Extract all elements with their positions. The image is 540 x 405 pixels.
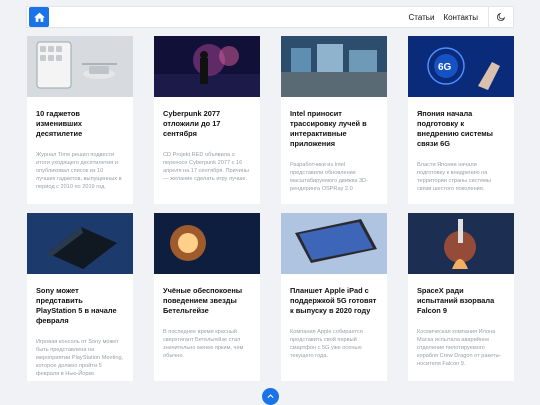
article-title[interactable]: SpaceX ради испытаний взорвала Falcon 9 [408,286,514,316]
article-card[interactable]: Intel приносит трассировку лучей в интер… [281,36,387,204]
moon-icon [496,12,506,22]
article-image-ps5 [27,213,133,274]
nav-link-articles[interactable]: Статьи [409,13,435,22]
article-title[interactable]: Intel приносит трассировку лучей в интер… [281,109,387,149]
article-card[interactable]: SpaceX ради испытаний взорвала Falcon 9 … [408,213,514,381]
article-image-spacex [408,213,514,274]
article-desc: Космическая компания Илона Маска испытал… [417,329,502,367]
article-image-gadgets [27,36,133,97]
article-title[interactable]: Учёные обеспокоены поведением звезды Бет… [154,286,260,316]
scroll-to-top-button[interactable] [262,388,279,405]
article-desc: Разработчики из Intel представили обновл… [290,162,368,192]
article-desc: Власти Японии начали подготовку к внедре… [417,162,491,192]
chevron-up-icon [267,394,274,399]
article-title[interactable]: Sony может представить PlayStation 5 в н… [27,286,133,326]
article-image-intel [281,36,387,97]
theme-toggle-button[interactable] [489,6,513,28]
article-card[interactable]: Sony может представить PlayStation 5 в н… [27,213,133,381]
article-desc: Компания Apple собирается представить св… [290,329,363,359]
svg-text:6G: 6G [438,62,452,73]
article-desc: Журнал Time решил подвести итоги уходяще… [36,152,122,190]
article-card[interactable]: Планшет Apple iPad с поддержкой 5G готов… [281,213,387,381]
main-nav: Статьи Контакты [409,6,514,28]
article-title[interactable]: Планшет Apple iPad с поддержкой 5G готов… [281,286,387,316]
article-card[interactable]: Cyberpunk 2077 отложили до 17 сентября C… [154,36,260,204]
top-navbar: Статьи Контакты [26,6,514,28]
article-desc: Игровая консоль от Sony может быть предс… [36,339,124,377]
article-card[interactable]: Учёные обеспокоены поведением звезды Бет… [154,213,260,381]
article-card[interactable]: 10 гаджетов изменивших десятилетие Журна… [27,36,133,204]
article-image-6g: 6G [408,36,514,97]
article-image-betelgeuse [154,213,260,274]
article-image-cyberpunk [154,36,260,97]
article-image-ipad [281,213,387,274]
article-title[interactable]: Япония начала подготовку к внедрению сис… [408,109,514,149]
nav-link-contacts[interactable]: Контакты [443,13,478,22]
home-button[interactable] [29,7,49,27]
article-title[interactable]: Cyberpunk 2077 отложили до 17 сентября [154,109,260,139]
article-title[interactable]: 10 гаджетов изменивших десятилетие [27,109,133,139]
home-icon [33,12,45,22]
article-desc: CD Projekt RED объявила о переносе Cyber… [163,152,249,182]
article-card[interactable]: 6G Япония начала подготовку к внедрению … [408,36,514,204]
article-desc: В последнее время красный сверхгигант Бе… [163,329,244,359]
